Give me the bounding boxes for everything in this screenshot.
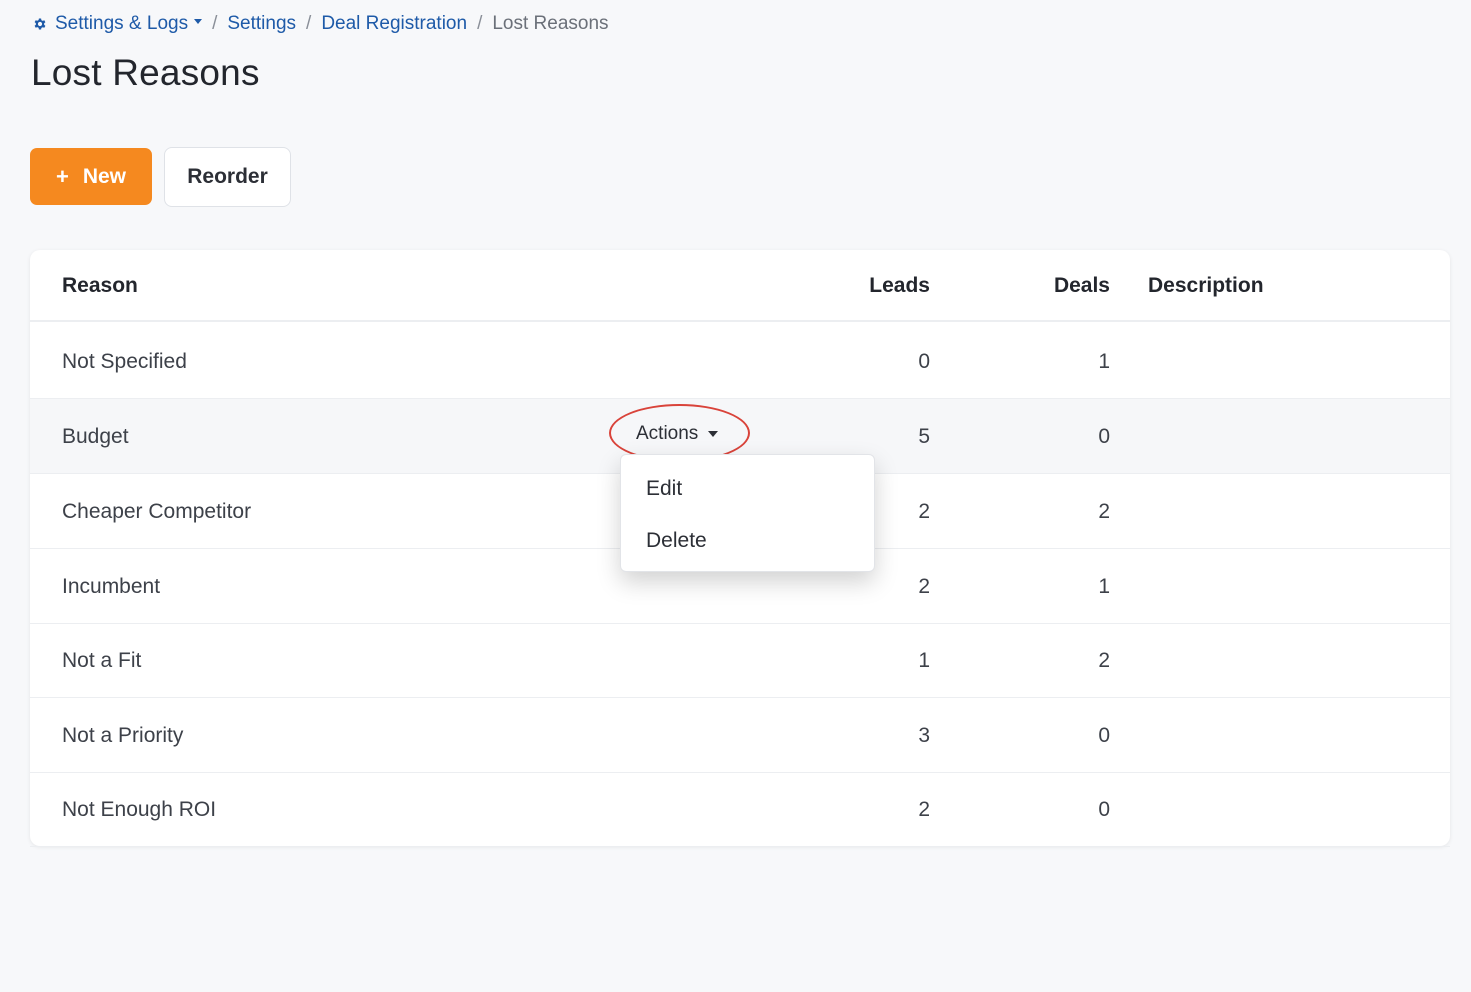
reason-cell: Cheaper Competitor	[62, 500, 252, 523]
reason-cell: Budget	[62, 425, 129, 448]
breadcrumb-settings[interactable]: Settings	[227, 13, 296, 35]
leads-cell: 5	[918, 425, 930, 448]
table-row[interactable]: Not Enough ROI 2 0	[30, 772, 1450, 847]
leads-cell: 2	[918, 798, 930, 821]
actions-menu: Edit Delete	[620, 454, 875, 572]
table-row[interactable]: Not a Fit 1 2	[30, 623, 1450, 698]
gear-icon	[34, 18, 46, 30]
reorder-button[interactable]: Reorder	[164, 147, 291, 207]
deals-cell: 1	[1098, 575, 1110, 598]
leads-cell: 2	[918, 500, 930, 523]
breadcrumb-settings-logs[interactable]: Settings & Logs	[55, 13, 203, 35]
table-row[interactable]: Not Specified 0 1	[30, 324, 1450, 399]
reason-cell: Not Enough ROI	[62, 798, 217, 821]
menu-item-edit[interactable]: Edit	[621, 463, 874, 515]
new-button[interactable]: + New	[30, 148, 152, 205]
table-header: Reason Leads Deals Description	[30, 250, 1450, 322]
page: Settings & Logs / Settings / Deal Regist…	[0, 0, 1471, 992]
chevron-down-icon	[194, 19, 203, 25]
breadcrumb-deal-registration[interactable]: Deal Registration	[321, 13, 467, 35]
reason-cell: Not a Priority	[62, 724, 184, 747]
actions-label: Actions	[636, 423, 699, 444]
leads-cell: 1	[918, 649, 930, 672]
deals-cell: 0	[1098, 798, 1110, 821]
plus-icon: +	[55, 163, 69, 189]
breadcrumb-settings-logs-label: Settings & Logs	[55, 13, 189, 34]
reason-cell: Incumbent	[62, 575, 161, 598]
table-row[interactable]: Not a Priority 3 0	[30, 698, 1450, 773]
breadcrumb-separator: /	[477, 13, 483, 34]
deals-cell: 0	[1098, 724, 1110, 747]
breadcrumb-separator: /	[212, 13, 218, 34]
new-button-label: New	[82, 164, 127, 188]
column-header-deals[interactable]: Deals	[1054, 274, 1110, 298]
deals-cell: 2	[1098, 500, 1110, 523]
menu-item-delete[interactable]: Delete	[621, 515, 874, 567]
column-header-reason[interactable]: Reason	[62, 274, 138, 298]
leads-cell: 2	[918, 575, 930, 598]
reason-cell: Not a Fit	[62, 649, 142, 672]
breadcrumb-separator: /	[306, 13, 312, 34]
caret-down-icon	[708, 431, 719, 437]
column-header-description[interactable]: Description	[1148, 274, 1264, 298]
leads-cell: 0	[918, 350, 930, 373]
reason-cell: Not Specified	[62, 350, 187, 373]
lost-reasons-table: Reason Leads Deals Description Not Speci…	[30, 250, 1450, 847]
breadcrumb: Settings & Logs / Settings / Deal Regist…	[32, 12, 609, 36]
breadcrumb-current: Lost Reasons	[492, 13, 609, 34]
deals-cell: 0	[1098, 425, 1110, 448]
deals-cell: 1	[1098, 350, 1110, 373]
page-title: Lost Reasons	[31, 52, 260, 93]
actions-dropdown-button[interactable]: Actions	[636, 423, 719, 445]
leads-cell: 3	[918, 724, 930, 747]
deals-cell: 2	[1098, 649, 1110, 672]
column-header-leads[interactable]: Leads	[869, 274, 930, 298]
